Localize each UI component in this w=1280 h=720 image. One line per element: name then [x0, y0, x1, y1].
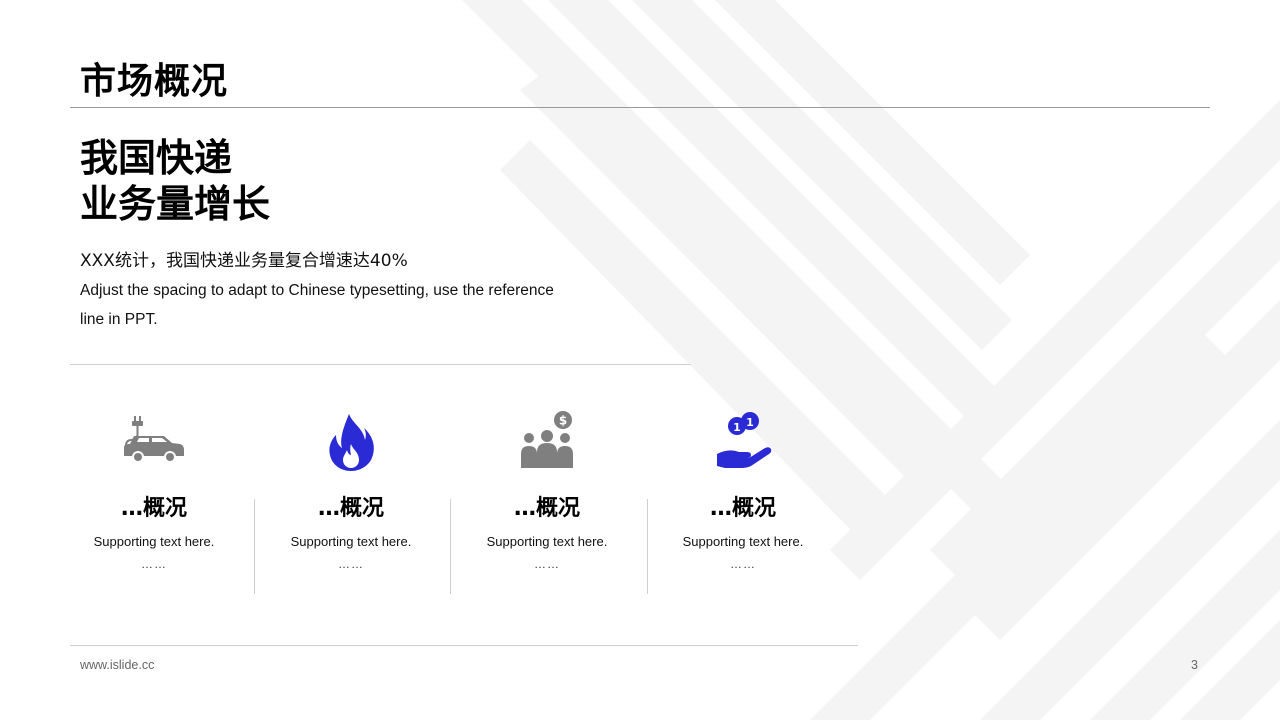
background-stripes: [462, 0, 1280, 720]
headline-line-1: 我国快递: [80, 136, 233, 180]
card-subtitle: Supporting text here.: [486, 534, 608, 549]
card-4: 1 1 …概况 Supporting text here. ……: [645, 410, 841, 600]
card-ellipsis: ……: [141, 557, 167, 571]
card-title: …概况: [709, 496, 776, 521]
card-subtitle: Supporting text here.: [93, 534, 215, 549]
card-title: …概况: [317, 496, 384, 521]
description-text: Adjust the spacing to adapt to Chinese t…: [80, 282, 554, 328]
people-money-icon: $: [521, 411, 573, 468]
card-2: …概况 Supporting text here. ……: [253, 410, 449, 600]
headline: 我国快递 业务量增长: [80, 135, 270, 227]
card-subtitle: Supporting text here.: [290, 534, 412, 549]
card-ellipsis: ……: [534, 557, 560, 571]
page-title: 市场概况: [80, 61, 229, 102]
page-number: 3: [1191, 658, 1198, 672]
footer-url: www.islide.cc: [80, 658, 155, 672]
hand-coins-icon: 1 1: [717, 412, 772, 468]
card-subtitle: Supporting text here.: [682, 534, 804, 549]
card-ellipsis: ……: [338, 557, 364, 571]
stat-text: XXX统计，我国快递业务量复合增速达40%: [80, 251, 408, 271]
card-ellipsis: ……: [730, 557, 756, 571]
svg-text:1: 1: [733, 421, 741, 434]
card-title: …概况: [513, 496, 580, 521]
flame-icon: [329, 414, 374, 471]
electric-car-icon: [124, 416, 184, 463]
card-title: …概况: [120, 496, 187, 521]
footer-divider: [70, 645, 858, 646]
title-divider: [70, 107, 1210, 108]
card-3: $ …概况 Supporting text here. ……: [449, 410, 645, 600]
headline-line-2: 业务量增长: [80, 182, 271, 226]
svg-text:1: 1: [746, 416, 754, 429]
card-1: …概况 Supporting text here. ……: [56, 410, 252, 600]
svg-text:$: $: [559, 414, 567, 428]
section-divider: [70, 364, 691, 365]
